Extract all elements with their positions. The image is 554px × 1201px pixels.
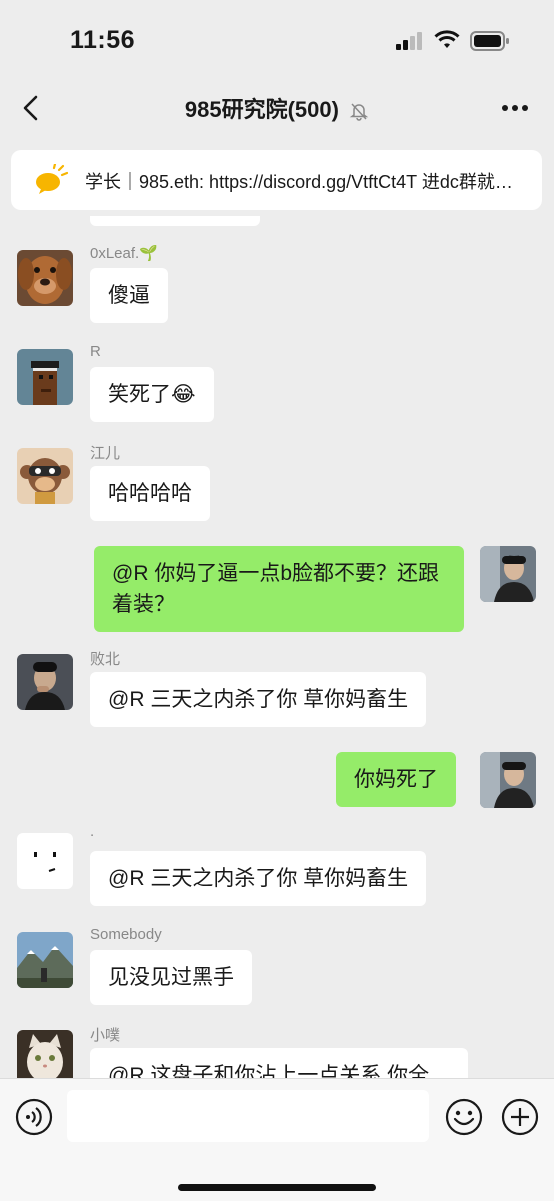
face-avatar[interactable] xyxy=(17,833,73,889)
sender-name: . xyxy=(90,823,95,840)
input-bar xyxy=(0,1078,554,1201)
sender-name: 小噗 xyxy=(90,1027,121,1044)
dog-avatar[interactable] xyxy=(17,250,73,306)
self-avatar[interactable] xyxy=(480,546,536,602)
message-bubble[interactable]: 见没见过黑手 xyxy=(90,950,252,1005)
message-bubble[interactable]: 笑死了😂 xyxy=(90,367,214,422)
sender-name: Somebody xyxy=(90,926,162,943)
more-icon[interactable] xyxy=(500,96,530,120)
punk-avatar[interactable] xyxy=(17,349,73,405)
pinned-notice[interactable]: 学长｜985.eth: https://discord.gg/VtftCt4T … xyxy=(11,150,542,210)
sender-name: 江儿 xyxy=(90,445,121,462)
chat-title: 985研究院(500) xyxy=(184,97,339,122)
sender-name: 败北 xyxy=(90,651,121,668)
bell-slash-icon xyxy=(349,103,369,121)
home-indicator xyxy=(178,1184,376,1191)
battery-icon xyxy=(470,31,509,51)
status-bar: 11:56 xyxy=(0,0,554,80)
message-bubble[interactable]: 你妈死了 xyxy=(336,752,456,807)
message-bubble[interactable]: @R 三天之内杀了你 草你妈畜生 xyxy=(90,851,427,906)
message-bubble[interactable]: 傻逼 xyxy=(90,268,168,323)
cat-avatar[interactable] xyxy=(17,1030,73,1078)
monkey-avatar[interactable] xyxy=(17,448,73,504)
mountain-avatar[interactable] xyxy=(17,932,73,988)
lightbulb-icon xyxy=(36,164,69,194)
chat-header: 985研究院(500) xyxy=(0,80,554,136)
previous-bubble-edge xyxy=(90,216,260,226)
wifi-icon xyxy=(434,30,460,48)
message-bubble[interactable]: @R 你妈了逼一点b脸都不要？还跟着装？ xyxy=(94,546,464,632)
message-input[interactable] xyxy=(67,1090,429,1142)
cellular-signal-icon xyxy=(396,32,422,50)
plus-icon[interactable] xyxy=(501,1098,539,1136)
emoji-icon[interactable] xyxy=(445,1098,483,1136)
voice-icon[interactable] xyxy=(15,1098,53,1136)
message-bubble[interactable]: 哈哈哈哈 xyxy=(90,466,210,521)
message-bubble[interactable]: @R 三天之内杀了你 草你妈畜生 xyxy=(90,672,427,727)
chat-title-wrap[interactable]: 985研究院(500) xyxy=(0,92,554,124)
man-avatar[interactable] xyxy=(17,654,73,710)
notice-text: 学长｜985.eth: https://discord.gg/VtftCt4T … xyxy=(85,172,530,192)
sender-name: R xyxy=(90,343,101,360)
message-list[interactable]: 0xLeaf.🌱 傻逼 R 笑死了😂 江儿 哈哈哈哈 @R 你妈了逼一点b脸都不… xyxy=(0,210,554,1078)
sender-name: 0xLeaf.🌱 xyxy=(90,245,158,262)
message-bubble[interactable]: @R 这盘子和你沾上一点关系 你全 xyxy=(90,1048,468,1078)
self-avatar[interactable] xyxy=(480,752,536,808)
status-time: 11:56 xyxy=(70,26,136,54)
